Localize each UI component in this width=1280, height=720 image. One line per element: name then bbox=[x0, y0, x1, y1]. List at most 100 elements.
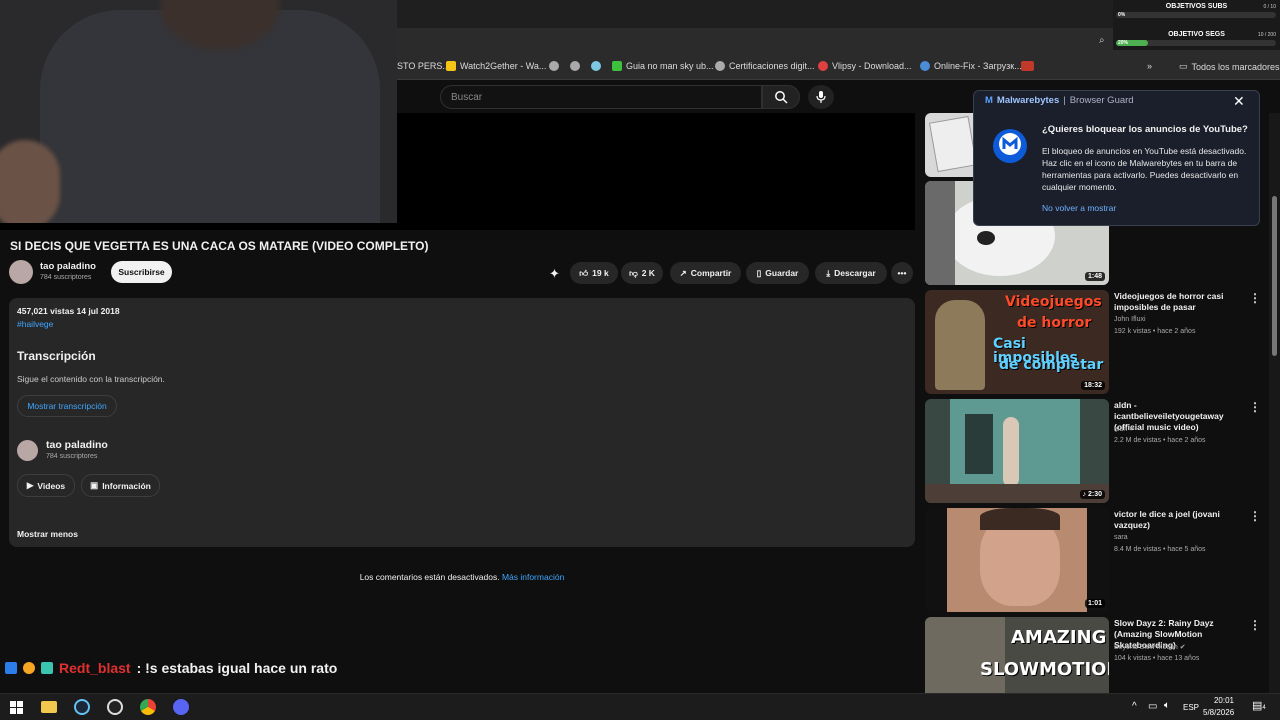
goal-subs-bar bbox=[1116, 12, 1276, 18]
avatar[interactable] bbox=[17, 440, 38, 461]
badge-icon bbox=[41, 662, 53, 674]
related-video-title[interactable]: Videojuegos de horror casi imposibles de… bbox=[1114, 291, 1246, 313]
channel-name[interactable]: tao paladino bbox=[40, 261, 96, 272]
bookmark-item[interactable]: Watch2Gether - Wa... bbox=[446, 61, 546, 71]
watch2gether-icon bbox=[446, 61, 456, 71]
bookmark-item[interactable]: Online-Fix - Загрузк... bbox=[920, 61, 1022, 71]
stream-goals-overlay: OBJETIVOS SUBS 0 / 10 0% OBJETIVO SEGS 1… bbox=[1113, 0, 1280, 50]
related-stats: 104 k vistas • hace 13 años bbox=[1114, 655, 1200, 662]
show-transcript-button[interactable]: Mostrar transcripción bbox=[17, 395, 117, 417]
dont-show-again-link[interactable]: No volver a mostrar bbox=[1042, 203, 1116, 213]
goal-segs-title: OBJETIVO SEGS bbox=[1168, 31, 1225, 38]
comments-disabled-notice: Los comentarios están desactivados. Más … bbox=[359, 572, 565, 582]
search-icon bbox=[775, 91, 788, 104]
malwarebytes-shield-icon bbox=[990, 128, 1030, 164]
show-less-button[interactable]: Mostrar menos bbox=[17, 529, 78, 539]
clock-date[interactable]: 5/8/2026 bbox=[1203, 708, 1234, 717]
bookmark-item[interactable] bbox=[591, 61, 601, 71]
bookmark-item[interactable] bbox=[570, 61, 580, 71]
goal-segs-count: 10 / 200 bbox=[1257, 32, 1276, 38]
language-indicator[interactable]: ESP bbox=[1183, 703, 1199, 712]
related-stats: 8.4 M de vistas • hace 5 años bbox=[1114, 546, 1206, 553]
volume-icon[interactable]: 🔈︎ bbox=[1164, 700, 1170, 711]
bookmark-item[interactable]: Guia no man sky ub... bbox=[612, 61, 714, 71]
bookmark-item[interactable] bbox=[549, 61, 559, 71]
download-button[interactable]: ⤓ Descargar bbox=[815, 262, 887, 284]
related-video-title[interactable]: victor le dice a joel (jovani vazquez) bbox=[1114, 509, 1246, 531]
obs-icon[interactable] bbox=[105, 697, 125, 717]
description-panel bbox=[9, 298, 915, 547]
hashtag-link[interactable]: #hailvege bbox=[17, 319, 53, 329]
save-button[interactable]: ▯ Guardar bbox=[746, 262, 809, 284]
scrollbar-thumb[interactable] bbox=[1272, 196, 1277, 356]
thumbnail-text: AMAZING bbox=[1011, 627, 1107, 648]
onlinefix-icon bbox=[920, 61, 930, 71]
voice-search-button[interactable] bbox=[808, 85, 834, 109]
subscribe-button[interactable]: Suscribirse bbox=[111, 261, 172, 283]
bookmark-item[interactable]: Certificaciones digit... bbox=[715, 61, 815, 71]
chat-text: : !s estabas igual hace un rato bbox=[136, 660, 338, 676]
bookmarks-overflow-chevron[interactable]: » bbox=[1147, 61, 1152, 71]
thumbnail-text: Videojuegos bbox=[1005, 294, 1102, 310]
avatar[interactable] bbox=[9, 260, 33, 284]
malwarebytes-logo-icon: M bbox=[985, 95, 993, 106]
clock-time[interactable]: 20:01 bbox=[1212, 696, 1236, 705]
goal-subs-title: OBJETIVOS SUBS bbox=[1165, 3, 1228, 10]
notifications-icon[interactable]: ▤4 bbox=[1252, 699, 1266, 712]
more-vert-icon[interactable]: ⋮ bbox=[1249, 618, 1261, 632]
thumbnail-text: SLOWMOTION bbox=[980, 659, 1109, 680]
badge-icon bbox=[23, 662, 35, 674]
goal-segs-percent: 20% bbox=[1118, 40, 1129, 46]
malwarebytes-brand: M Malwarebytes | Browser Guard bbox=[985, 95, 1134, 106]
related-channel[interactable]: Beyond Slow Motion ✔ bbox=[1114, 643, 1186, 651]
thumbnail-text: de horror bbox=[1017, 315, 1092, 331]
channel-name[interactable]: tao paladino bbox=[46, 439, 108, 451]
videos-button[interactable]: ▶ Videos bbox=[17, 474, 75, 497]
taskbar bbox=[0, 693, 1280, 720]
like-button[interactable]: 👍︎ 19 k bbox=[570, 262, 618, 284]
close-icon[interactable]: ✕ bbox=[1233, 93, 1245, 110]
related-channel[interactable]: John Ifluxi bbox=[1114, 316, 1146, 323]
steam-icon[interactable] bbox=[72, 697, 92, 717]
search-input[interactable]: Buscar bbox=[440, 85, 762, 109]
thumbs-up-icon: 👍︎ bbox=[579, 267, 589, 278]
tray-chevron-icon[interactable]: ^ bbox=[1132, 701, 1137, 712]
more-vert-icon[interactable]: ⋮ bbox=[1249, 291, 1261, 305]
bookmark-item[interactable] bbox=[1021, 61, 1034, 71]
goal-subs-count: 0 / 10 bbox=[1263, 4, 1276, 10]
related-thumbnail[interactable]: Videojuegos de horror Casi imposibles de… bbox=[925, 290, 1109, 394]
more-vert-icon[interactable]: ⋮ bbox=[1249, 509, 1261, 523]
view-count-date: 457,021 vistas 14 jul 2018 bbox=[17, 306, 120, 316]
related-thumbnail[interactable]: 1:01 bbox=[925, 508, 1109, 612]
more-icon: ••• bbox=[897, 268, 907, 278]
more-vert-icon[interactable]: ⋮ bbox=[1249, 400, 1261, 414]
mic-icon bbox=[816, 91, 826, 103]
chat-username: Redt_blast bbox=[59, 660, 131, 676]
subscriber-count: 784 suscriptores bbox=[40, 274, 92, 281]
sheet-icon bbox=[612, 61, 622, 71]
discord-icon[interactable] bbox=[171, 697, 191, 717]
info-button[interactable]: ▣ Información bbox=[81, 474, 160, 497]
chrome-icon[interactable] bbox=[138, 697, 158, 717]
related-thumbnail[interactable]: AMAZING SLOWMOTION bbox=[925, 617, 1109, 693]
dislike-button[interactable]: 👎︎ 2 K bbox=[621, 262, 663, 284]
download-icon: ⤓ bbox=[826, 267, 831, 278]
bookmark-item[interactable]: Vlipsy - Download... bbox=[818, 61, 912, 71]
bookmark-item[interactable]: STO PERS... bbox=[397, 61, 450, 71]
related-channel[interactable]: aldn ✔ bbox=[1114, 425, 1135, 433]
bookmark-icon: ▯ bbox=[756, 267, 762, 278]
more-info-link[interactable]: Más información bbox=[502, 572, 564, 582]
all-bookmarks[interactable]: ▭ Todos los marcadores bbox=[1179, 61, 1280, 72]
more-actions-button[interactable]: ••• bbox=[891, 262, 913, 284]
search-button[interactable] bbox=[762, 85, 800, 109]
site-icon bbox=[591, 61, 601, 71]
windows-start-icon[interactable] bbox=[6, 697, 26, 717]
related-thumbnail[interactable]: ♪ 2:30 bbox=[925, 399, 1109, 503]
share-button[interactable]: ↗ Compartir bbox=[670, 262, 741, 284]
ask-ai-icon[interactable]: ✦ bbox=[549, 266, 560, 282]
network-icon[interactable]: ▭ bbox=[1148, 701, 1157, 712]
related-channel[interactable]: sara bbox=[1114, 534, 1128, 541]
goal-segs-bar bbox=[1116, 40, 1276, 46]
file-explorer-icon[interactable] bbox=[39, 697, 59, 717]
zoom-icon[interactable]: ⌕ bbox=[1099, 35, 1105, 46]
